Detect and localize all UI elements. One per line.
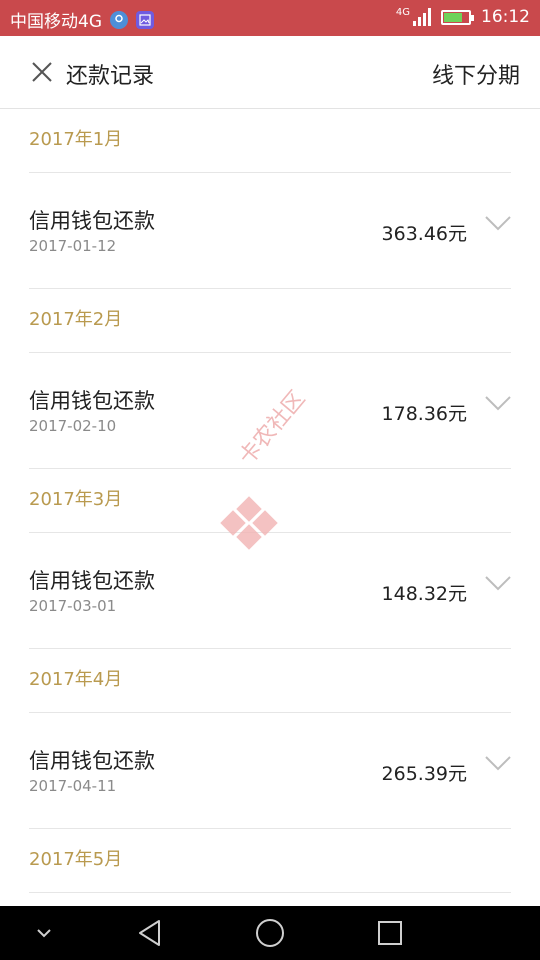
record-amount: 363.46元 [381,223,467,245]
month-header: 2017年1月 [29,109,511,173]
record-title: 信用钱包还款 [29,569,155,593]
record-title: 信用钱包还款 [29,389,155,413]
month-label: 2017年1月 [29,129,123,150]
month-header: 2017年4月 [29,649,511,713]
record-date: 2017-03-01 [29,597,117,615]
record-date: 2017-01-12 [29,237,117,255]
system-nav-bar [0,906,540,960]
close-icon [32,62,52,82]
month-header: 2017年2月 [29,289,511,353]
offline-installment-link[interactable]: 线下分期 [432,58,520,90]
clock: 16:12 [481,7,530,27]
month-header: 2017年5月 [29,829,511,893]
page-title: 还款记录 [66,64,155,89]
carrier-label: 中国移动4G [10,12,102,32]
status-bar: 中国移动4G 4G 16:12 [0,0,540,36]
battery-icon [441,9,474,25]
record-title: 信用钱包还款 [29,209,155,233]
home-button[interactable] [248,906,292,960]
record-amount: 265.39元 [381,763,467,785]
record-amount: 148.32元 [381,583,467,605]
month-label: 2017年4月 [29,669,123,690]
status-right: 4G 16:12 [396,7,530,27]
signal-icon [413,8,431,26]
gallery-icon [136,10,154,29]
list-item[interactable]: 信用钱包还款 2017-04-11 265.39元 [29,713,511,829]
chevron-down-icon[interactable] [485,755,511,771]
home-circle-icon [256,919,284,947]
recents-button[interactable] [368,906,412,960]
location-icon [110,10,128,29]
chevron-down-icon[interactable] [485,215,511,231]
back-triangle-icon [139,920,160,946]
network-label: 4G [395,7,410,18]
chevron-down-icon[interactable] [485,395,511,411]
record-date: 2017-02-10 [29,417,117,435]
recents-square-icon [378,921,402,945]
record-amount: 178.36元 [381,403,467,425]
nav-collapse-button[interactable] [24,906,64,960]
chevron-down-icon [37,929,51,938]
month-header: 2017年3月 [29,469,511,533]
chevron-down-icon[interactable] [485,575,511,591]
app-header: 还款记录 线下分期 [0,36,540,109]
signal-group: 4G [396,8,431,26]
list-item[interactable]: 信用钱包还款 2017-03-01 148.32元 [29,533,511,649]
list-item[interactable]: 信用钱包还款 2017-01-12 363.46元 [29,173,511,289]
record-date: 2017-04-11 [29,777,117,795]
month-label: 2017年5月 [29,849,123,870]
close-button[interactable] [26,56,58,88]
month-label: 2017年2月 [29,309,123,330]
back-button[interactable] [128,906,172,960]
record-title: 信用钱包还款 [29,749,155,773]
repayment-list: 2017年1月 信用钱包还款 2017-01-12 363.46元 2017年2… [0,109,540,893]
status-left: 中国移动4G [10,7,154,32]
month-label: 2017年3月 [29,489,123,510]
